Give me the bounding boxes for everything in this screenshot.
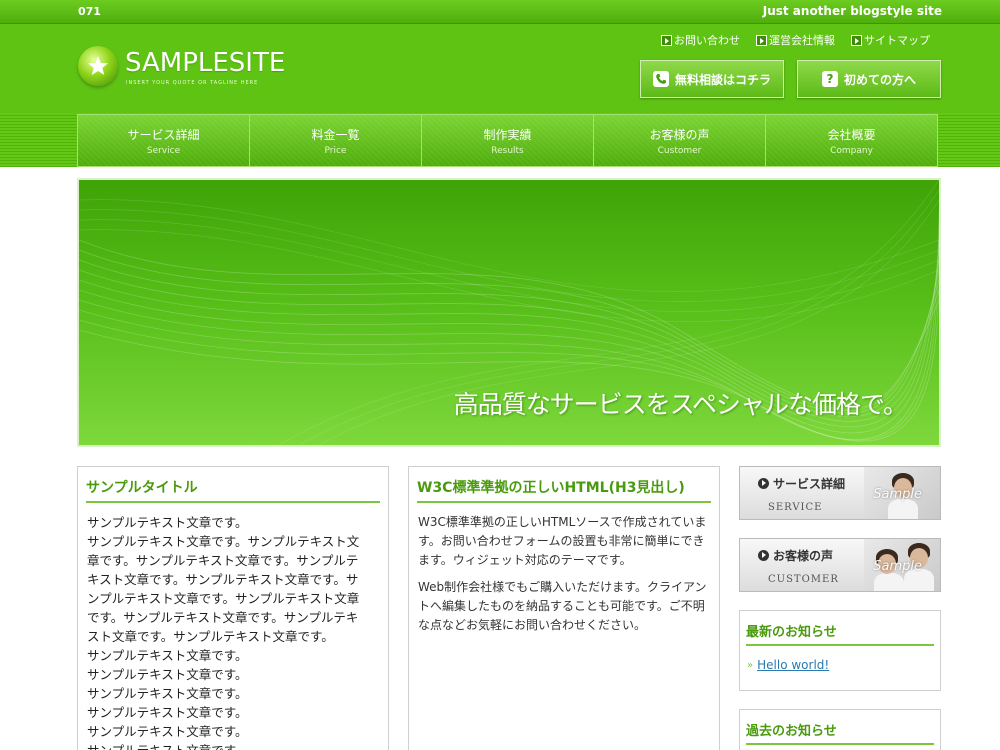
hero-banner: 高品質なサービスをスペシャルな価格で。 bbox=[77, 178, 941, 447]
photo-watermark: Sample bbox=[873, 487, 922, 502]
nav-sublabel: Price bbox=[324, 145, 347, 156]
box-heading: W3C標準準拠の正しいHTML(H3見出し) bbox=[417, 477, 711, 503]
text-line: サンプルテキスト文章です。 bbox=[87, 741, 380, 750]
nav-sublabel: Service bbox=[146, 145, 181, 156]
paragraph: Web制作会社様でもご購入いただけます。クライアントへ編集したものを納品すること… bbox=[418, 580, 707, 632]
w3c-content-box: W3C標準準拠の正しいHTML(H3見出し) W3C標準準拠の正しいHTMLソー… bbox=[408, 466, 720, 750]
nav-sublabel: Results bbox=[491, 145, 524, 156]
button-label: 無料相談はコチラ bbox=[674, 72, 771, 87]
text-line: サンプルテキスト文章です。 bbox=[87, 724, 248, 739]
nav-item-service[interactable]: サービス詳細 Service bbox=[78, 115, 250, 166]
text-line: サンプルテキスト文章です。 bbox=[87, 667, 248, 682]
text-line: スト文章です。サンプルテキスト文章です。 bbox=[87, 629, 334, 644]
customer-voice-banner[interactable]: お客様の声 CUSTOMER Sample bbox=[739, 538, 941, 592]
banner-title: サービス詳細 bbox=[773, 477, 846, 491]
sample-content-box: サンプルタイトル サンプルテキスト文章です。 サンプルテキスト文章です。サンプル… bbox=[77, 466, 389, 750]
text-line: サンプルテキスト文章です。 bbox=[87, 648, 248, 663]
nav-item-company[interactable]: 会社概要 Company bbox=[766, 115, 937, 166]
question-icon: ? bbox=[821, 71, 838, 87]
utility-links: お問い合わせ 運営会社情報 サイトマップ bbox=[661, 32, 930, 48]
nav-item-results[interactable]: 制作実績 Results bbox=[422, 115, 594, 166]
nav-sublabel: Company bbox=[830, 145, 873, 156]
arrow-circle-icon bbox=[758, 478, 769, 489]
button-label: 初めての方へ bbox=[843, 72, 916, 87]
toplink-contact[interactable]: お問い合わせ bbox=[661, 32, 740, 48]
text-line: サンプルテキスト文章です。 bbox=[87, 515, 248, 530]
toplink-sitemap[interactable]: サイトマップ bbox=[851, 32, 930, 48]
arrow-circle-icon bbox=[758, 550, 769, 561]
phone-icon bbox=[652, 71, 669, 87]
text-line: ンプルテキスト文章です。サンプルテキスト文章 bbox=[87, 591, 360, 606]
nav-label: お客様の声 bbox=[649, 127, 710, 142]
logo-tagline: INSERT YOUR QUOTE OR TAGLINE HERE bbox=[126, 80, 259, 86]
news-link[interactable]: Hello world! bbox=[757, 658, 829, 672]
site-header: SAMPLESITE INSERT YOUR QUOTE OR TAGLINE … bbox=[0, 24, 1000, 167]
text-line: サンプルテキスト文章です。 bbox=[87, 705, 248, 720]
banner-subtitle: CUSTOMER bbox=[768, 574, 839, 585]
box-body: W3C標準準拠の正しいHTMLソースで作成されています。お問い合わせフォームの設… bbox=[418, 513, 711, 635]
news-item: » Hello world! bbox=[747, 658, 940, 672]
text-line: 章です。サンプルテキスト文章です。サンプルテ bbox=[87, 553, 359, 568]
photo-watermark: Sample bbox=[873, 559, 922, 574]
nav-label: 料金一覧 bbox=[311, 127, 360, 142]
nav-label: サービス詳細 bbox=[127, 127, 200, 142]
free-consultation-button[interactable]: 無料相談はコチラ bbox=[640, 60, 784, 98]
box-body: サンプルテキスト文章です。 サンプルテキスト文章です。サンプルテキスト文 章です… bbox=[87, 513, 380, 750]
box-heading: サンプルタイトル bbox=[86, 477, 380, 503]
nav-sublabel: Customer bbox=[657, 145, 702, 156]
logo-star-icon bbox=[78, 46, 118, 86]
nav-item-price[interactable]: 料金一覧 Price bbox=[250, 115, 422, 166]
main-nav: サービス詳細 Service 料金一覧 Price 制作実績 Results お… bbox=[77, 114, 938, 167]
toplink-company-info[interactable]: 運営会社情報 bbox=[756, 32, 835, 48]
play-square-icon bbox=[756, 34, 767, 46]
text-line: です。サンプルテキスト文章です。サンプルテキ bbox=[87, 610, 359, 625]
paragraph: W3C標準準拠の正しいHTMLソースで作成されています。お問い合わせフォームの設… bbox=[418, 515, 707, 567]
service-banner[interactable]: サービス詳細 SERVICE Sample bbox=[739, 466, 941, 520]
first-time-visitors-button[interactable]: ? 初めての方へ bbox=[797, 60, 941, 98]
box-heading: 最新のお知らせ bbox=[746, 621, 934, 646]
toplink-label: お問い合わせ bbox=[674, 34, 740, 47]
banner-title: お客様の声 bbox=[773, 549, 834, 563]
play-square-icon bbox=[661, 34, 672, 46]
box-heading: 過去のお知らせ bbox=[746, 720, 934, 745]
latest-news-box: 最新のお知らせ » Hello world! bbox=[739, 610, 941, 691]
double-chevron-icon: » bbox=[747, 659, 754, 671]
nav-item-customer[interactable]: お客様の声 Customer bbox=[594, 115, 766, 166]
toplink-label: 運営会社情報 bbox=[769, 34, 835, 47]
site-number: 071 bbox=[78, 5, 101, 18]
hero-headline: 高品質なサービスをスペシャルな価格で。 bbox=[453, 390, 908, 419]
top-bar: 071 Just another blogstyle site bbox=[0, 0, 1000, 24]
nav-label: 制作実績 bbox=[483, 127, 532, 142]
play-square-icon bbox=[851, 34, 862, 46]
toplink-label: サイトマップ bbox=[864, 34, 930, 47]
past-news-box: 過去のお知らせ bbox=[739, 709, 941, 750]
text-line: サンプルテキスト文章です。サンプルテキスト文 bbox=[87, 534, 360, 549]
site-tagline: Just another blogstyle site bbox=[762, 4, 942, 18]
site-logo[interactable]: SAMPLESITE INSERT YOUR QUOTE OR TAGLINE … bbox=[78, 46, 285, 94]
nav-label: 会社概要 bbox=[827, 127, 876, 142]
text-line: キスト文章です。サンプルテキスト文章です。サ bbox=[87, 572, 359, 587]
banner-subtitle: SERVICE bbox=[768, 502, 823, 513]
text-line: サンプルテキスト文章です。 bbox=[87, 686, 248, 701]
logo-name: SAMPLESITE bbox=[125, 48, 286, 78]
